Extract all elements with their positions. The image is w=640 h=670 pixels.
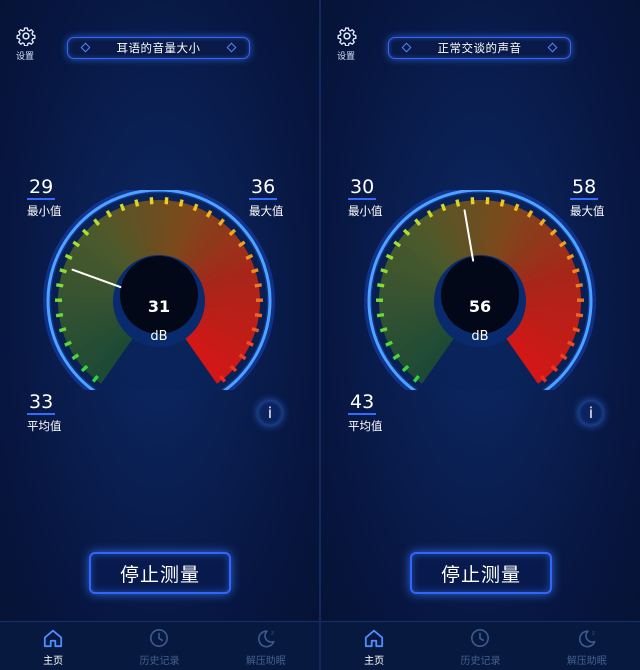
gauge-tick [379,327,388,333]
gauge-value: 31 [148,297,170,316]
gauge-tick [513,203,520,212]
gear-icon [16,27,36,46]
gauge-tick [470,197,475,205]
tab-relax-label: 解压助眠 [566,656,607,667]
clock-icon [471,629,490,647]
avg-stat: 33 平均值 [27,392,62,434]
avg-value: 43 [348,391,377,415]
gauge-unit: dB [150,329,167,344]
gauge-tick [149,197,154,205]
avg-value: 33 [27,391,56,415]
gauge-tick [55,312,64,318]
mode-selector[interactable]: 正常交谈的声音 [388,37,571,59]
home-icon [44,629,63,648]
clock-icon [150,629,169,647]
gauge-tick [164,197,169,205]
tab-relax[interactable]: z 解压助眠 [213,622,319,670]
gauge-unit: dB [471,329,488,344]
tab-history[interactable]: 历史记录 [106,622,212,670]
gauge-value: 56 [469,297,491,316]
diamond-right-icon [547,42,558,53]
mode-selector[interactable]: 耳语的音量大小 [67,37,250,59]
tab-home-label: 主页 [43,656,64,667]
gauge-tick [376,312,385,318]
tab-relax-label: 解压助眠 [245,656,286,667]
bottom-tab-bar: 主页 历史记录 z 解压助眠 [0,621,319,670]
gauge-tick [134,199,140,207]
gauge-tick [119,203,126,212]
gauge-tick [571,268,580,274]
gauge-tick [380,268,389,274]
gauge-tick [58,327,67,333]
moon-icon: z [257,630,275,648]
gauge-tick [572,327,581,333]
gauge-hub [120,256,198,334]
gauge-hub [441,256,519,334]
settings-label: 设置 [15,52,34,62]
stop-measure-button[interactable]: 停止测量 [410,552,552,594]
gauge-tick [178,199,184,207]
diamond-left-icon [80,42,91,53]
avg-stat: 43 平均值 [348,392,383,434]
diamond-left-icon [401,42,412,53]
bottom-tab-bar: 主页 历史记录 z 解压助眠 [321,621,640,670]
settings-label: 设置 [336,52,355,62]
diamond-right-icon [226,42,237,53]
meter-screen-1: 设置 耳语的音量大小 29 最小值 36 最大值 33 平均值 31 dB i … [0,0,319,670]
gauge-tick [251,327,260,333]
app-screens: 设置 耳语的音量大小 29 最小值 36 最大值 33 平均值 31 dB i … [0,0,640,670]
gauge-tick [254,283,262,288]
settings-button[interactable]: 设置 [14,26,38,62]
gauge-tick [59,268,68,274]
info-button[interactable]: i [257,400,283,426]
tab-home[interactable]: 主页 [0,622,106,670]
gear-icon [337,27,357,46]
gauge-tick [575,312,584,318]
tab-home-label: 主页 [364,656,385,667]
tab-history-label: 历史记录 [460,656,501,667]
tab-relax[interactable]: z 解压助眠 [534,622,640,670]
gauge-tick [250,268,259,274]
mode-title: 耳语的音量大小 [116,41,201,55]
gauge-tick [377,283,385,288]
gauge-tick [499,199,505,207]
gauge-tick [485,197,490,205]
mode-title: 正常交谈的声音 [437,41,522,55]
gauge-tick [575,283,583,288]
gauge-tick [254,312,263,318]
tab-history[interactable]: 历史记录 [427,622,533,670]
meter-screen-2: 设置 正常交谈的声音 30 最小值 58 最大值 43 平均值 56 dB i … [321,0,640,670]
gauge-tick [56,283,64,288]
svg-text:z: z [271,630,274,636]
svg-text:z: z [592,630,595,636]
moon-icon: z [578,630,596,648]
avg-label: 平均值 [348,419,383,433]
avg-label: 平均值 [27,419,62,433]
tab-history-label: 历史记录 [139,656,180,667]
gauge-tick [455,199,461,207]
gauge-tick [440,203,447,212]
gauge-tick [192,203,199,212]
info-button[interactable]: i [578,400,604,426]
stop-measure-button[interactable]: 停止测量 [89,552,231,594]
settings-button[interactable]: 设置 [335,26,359,62]
decibel-gauge: 31 dB [43,190,275,390]
decibel-gauge: 56 dB [364,190,596,390]
tab-home[interactable]: 主页 [321,622,427,670]
home-icon [365,629,384,648]
